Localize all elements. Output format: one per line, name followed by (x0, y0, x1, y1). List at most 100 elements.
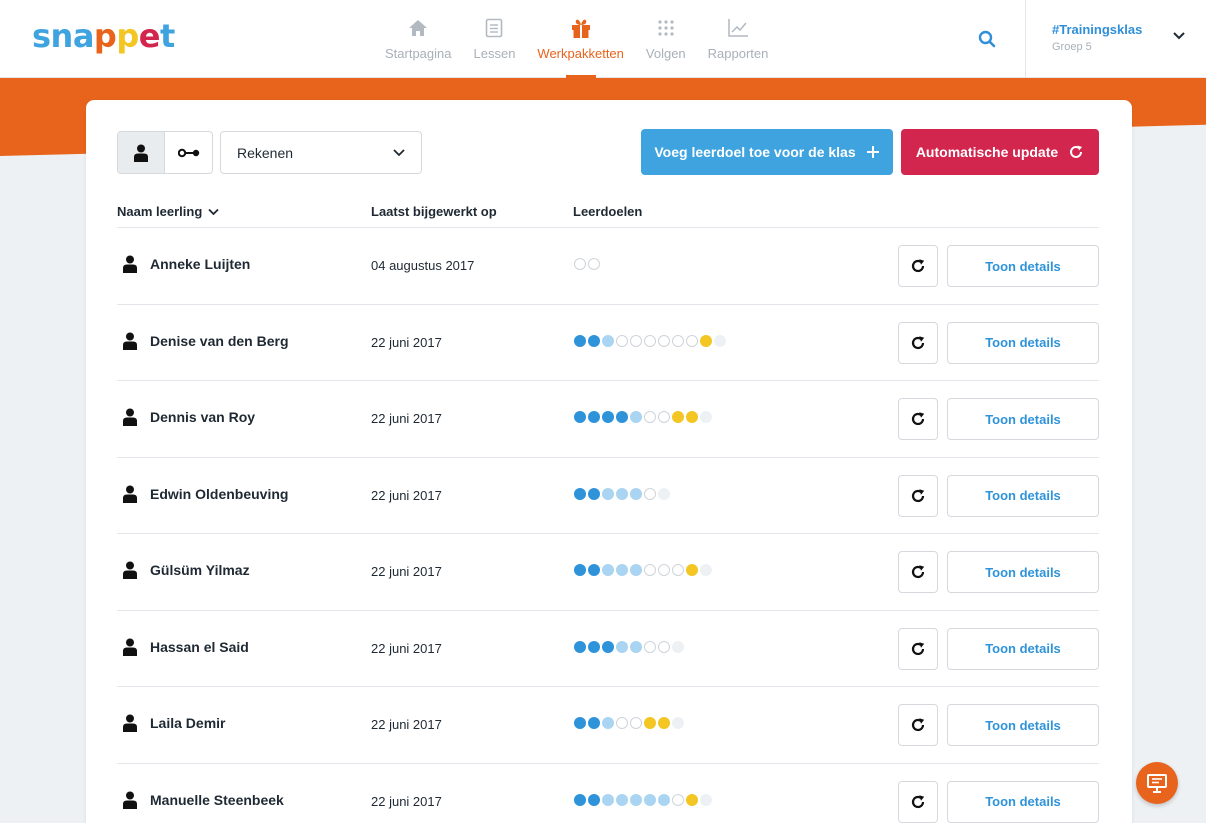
learning-goals-progress (574, 640, 684, 653)
goal-dot-light (616, 487, 628, 500)
goal-dot-light (616, 793, 628, 806)
nav-item-rapporten[interactable]: Rapporten (708, 0, 768, 78)
student-name: Denise van den Berg (150, 332, 289, 349)
show-details-button[interactable]: Toon details (947, 398, 1099, 440)
person-icon (123, 408, 137, 431)
student-name: Manuelle Steenbeek (150, 791, 284, 808)
logo-letter: n (50, 17, 74, 55)
learning-goals-progress (574, 334, 726, 347)
nav-item-werkpakketten[interactable]: Werkpakketten (537, 0, 624, 78)
goal-dot-empty (574, 258, 586, 270)
work-package-panel: Rekenen Voeg leerdoel toe voor de klas A… (86, 100, 1132, 823)
goal-dot-faint (714, 334, 726, 347)
refresh-student-button[interactable] (898, 474, 938, 517)
student-row: Gülsüm Yilmaz 22 juni 2017 Toon details (117, 534, 1099, 611)
goal-dot-empty (658, 334, 670, 347)
learning-goals-progress (574, 564, 712, 576)
nav-item-startpagina[interactable]: Startpagina (385, 0, 452, 78)
subject-select[interactable]: Rekenen (220, 131, 422, 174)
goal-dot-full (588, 717, 600, 729)
goal-dot-full (616, 411, 628, 423)
learning-goals-progress (574, 487, 670, 500)
person-icon (123, 485, 137, 508)
subject-select-value: Rekenen (237, 144, 294, 161)
add-class-goal-label: Voeg leerdoel toe voor de klas (654, 144, 856, 160)
view-toggle (117, 131, 213, 174)
goal-dot-light (602, 717, 614, 729)
column-header-name[interactable]: Naam leerling (117, 204, 219, 219)
refresh-student-button[interactable] (898, 321, 938, 364)
chevron-down-icon (393, 148, 405, 156)
class-group: Groep 5 (1052, 41, 1092, 53)
student-row: Dennis van Roy 22 juni 2017 Toon details (117, 381, 1099, 458)
student-name: Gülsüm Yilmaz (150, 562, 250, 578)
refresh-icon (911, 565, 925, 579)
class-switcher[interactable]: #Trainingsklas Groep 5 (1052, 22, 1142, 53)
home-icon (405, 16, 431, 40)
goal-dot-empty (658, 640, 670, 653)
logo-letter: s (32, 17, 51, 55)
nav-item-volgen[interactable]: Volgen (646, 0, 686, 78)
goal-dot-full (574, 717, 586, 729)
goal-dot-light (602, 793, 614, 806)
nav-item-lessen[interactable]: Lessen (474, 0, 515, 78)
goal-dot-full (574, 334, 586, 347)
goal-dot-light (616, 640, 628, 653)
goal-dot-empty (686, 334, 698, 347)
show-details-button[interactable]: Toon details (947, 780, 1099, 823)
goal-dot-faint (700, 564, 712, 576)
person-icon (123, 255, 137, 278)
goal-dot-gold (700, 334, 712, 347)
goal-dot-full (588, 334, 600, 347)
goal-dot-empty (672, 564, 684, 576)
student-name: Dennis van Roy (150, 409, 256, 425)
learning-goals-progress (574, 411, 712, 423)
goal-dot-light (658, 793, 670, 806)
goal-dot-light (630, 487, 642, 500)
goal-dot-full (588, 411, 600, 423)
goal-dot-empty (644, 411, 656, 423)
auto-update-button[interactable]: Automatische update (901, 129, 1099, 175)
person-icon (134, 144, 148, 162)
refresh-student-button[interactable] (898, 398, 938, 440)
learning-goals-progress (574, 793, 712, 806)
student-row: Edwin Oldenbeuving 22 juni 2017 Toon detai… (117, 458, 1099, 534)
refresh-student-button[interactable] (898, 245, 938, 287)
refresh-student-button[interactable] (898, 627, 938, 670)
refresh-student-button[interactable] (898, 704, 938, 746)
last-updated-date: 22 juni 2017 (371, 564, 442, 579)
student-row: Hassan el Said 22 juni 2017 Toon details (117, 611, 1099, 687)
show-details-button[interactable]: Toon details (947, 321, 1099, 364)
refresh-student-button[interactable] (898, 551, 938, 593)
goal-dot-empty (616, 334, 628, 347)
nav-item-label: Startpagina (385, 46, 452, 61)
logo-letter: t (159, 17, 175, 55)
goal-dot-faint (672, 640, 684, 653)
add-class-goal-button[interactable]: Voeg leerdoel toe voor de klas (641, 129, 893, 175)
student-view-button[interactable] (118, 132, 166, 173)
goal-dot-full (574, 640, 586, 653)
show-details-button[interactable]: Toon details (947, 474, 1099, 517)
show-details-button[interactable]: Toon details (947, 704, 1099, 746)
learning-goals-progress (574, 258, 600, 270)
column-header-date: Laatst bijgewerkt op (371, 204, 497, 219)
goal-dot-full (574, 411, 586, 423)
learning-path-view-button[interactable] (165, 132, 212, 173)
class-switcher-chevron[interactable] (1172, 28, 1186, 46)
goal-dot-full (588, 640, 600, 653)
refresh-student-button[interactable] (898, 780, 938, 823)
refresh-icon (911, 335, 925, 349)
goal-dot-light (616, 564, 628, 576)
goal-dot-empty (616, 717, 628, 729)
last-updated-date: 22 juni 2017 (371, 717, 442, 732)
show-details-button[interactable]: Toon details (947, 627, 1099, 670)
presentation-button[interactable] (1136, 762, 1178, 804)
show-details-button[interactable]: Toon details (947, 551, 1099, 593)
show-details-button[interactable]: Toon details (947, 245, 1099, 287)
snappet-logo[interactable]: snappet (32, 18, 175, 54)
goal-dot-empty (644, 564, 656, 576)
student-row: Anneke Luijten 04 augustus 2017 Toon detai… (117, 228, 1099, 305)
search-button[interactable] (974, 26, 1000, 52)
lessons-icon (481, 16, 507, 40)
student-name: Anneke Luijten (150, 256, 251, 272)
